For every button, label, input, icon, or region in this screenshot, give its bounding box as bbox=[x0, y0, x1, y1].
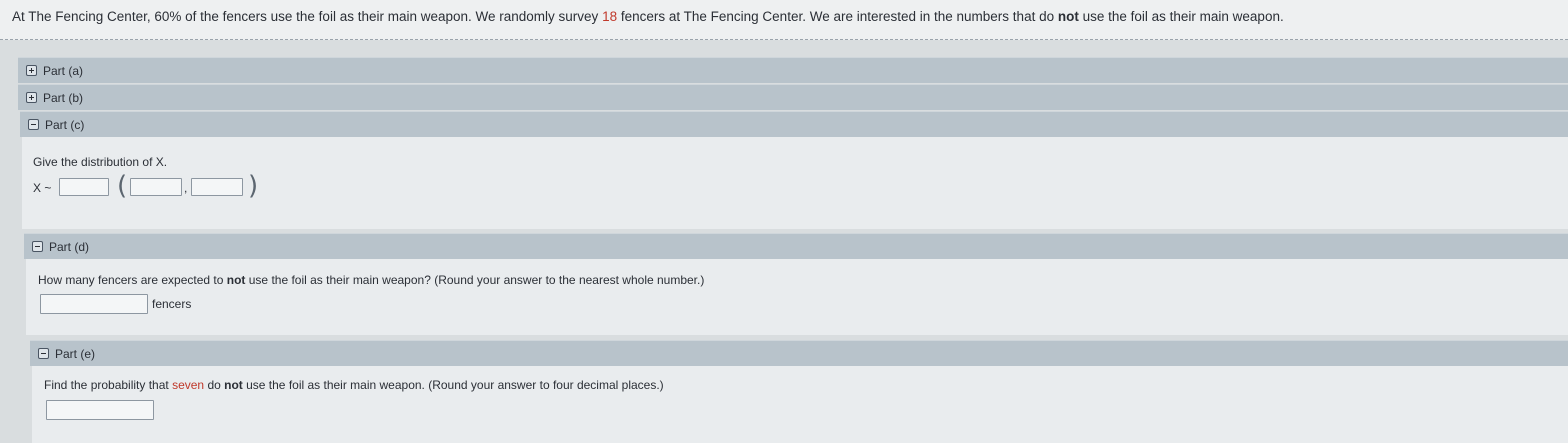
collapse-icon[interactable] bbox=[28, 119, 39, 130]
part-d-prompt-emph: not bbox=[226, 273, 246, 287]
part-d-prompt-post: use the foil as their main weapon? (Roun… bbox=[245, 273, 705, 287]
expand-icon[interactable] bbox=[26, 65, 37, 76]
expand-icon[interactable] bbox=[26, 92, 37, 103]
part-d-prompt: How many fencers are expected to not use… bbox=[38, 273, 704, 287]
collapse-icon[interactable] bbox=[38, 348, 49, 359]
part-e-prompt-emph: not bbox=[224, 378, 243, 392]
expected-fencers-input[interactable] bbox=[40, 294, 148, 314]
part-c-panel: Give the distribution of X. X ~ ( , ) bbox=[22, 137, 1568, 229]
part-d-panel: How many fencers are expected to not use… bbox=[26, 259, 1568, 335]
problem-suffix: use the foil as their main weapon. bbox=[1078, 9, 1284, 24]
param-n-input[interactable] bbox=[130, 178, 182, 196]
part-e-prompt-mid: do bbox=[204, 378, 225, 392]
part-e-prompt-post: use the foil as their main weapon. (Roun… bbox=[242, 378, 664, 392]
problem-prefix: At The Fencing Center, 60% of the fencer… bbox=[12, 9, 603, 24]
distribution-lhs: X ~ bbox=[33, 181, 52, 195]
part-a-label: Part (a) bbox=[43, 63, 84, 78]
open-paren: ( bbox=[117, 171, 128, 201]
part-d-header[interactable]: Part (d) bbox=[24, 233, 1568, 259]
close-paren: ) bbox=[248, 171, 259, 201]
param-separator: , bbox=[184, 181, 188, 195]
problem-statement: At The Fencing Center, 60% of the fencer… bbox=[0, 0, 1568, 40]
part-d-prompt-pre: How many fencers are expected to bbox=[38, 273, 227, 287]
part-d-label: Part (d) bbox=[49, 239, 90, 254]
problem-middle: fencers at The Fencing Center. We are in… bbox=[617, 9, 1058, 24]
part-e-header[interactable]: Part (e) bbox=[30, 340, 1568, 366]
param-p-input[interactable] bbox=[191, 178, 243, 196]
distribution-name-input[interactable] bbox=[59, 178, 109, 196]
problem-count: 18 bbox=[602, 9, 618, 24]
part-e-prompt: Find the probability that seven do not u… bbox=[44, 378, 664, 392]
part-c-prompt: Give the distribution of X. bbox=[33, 155, 168, 169]
part-b-header[interactable]: Part (b) bbox=[18, 84, 1568, 110]
part-c-header[interactable]: Part (c) bbox=[20, 111, 1568, 137]
part-a-header[interactable]: Part (a) bbox=[18, 57, 1568, 83]
part-e-label: Part (e) bbox=[55, 346, 96, 361]
part-b-label: Part (b) bbox=[43, 90, 84, 105]
part-e-prompt-pre: Find the probability that bbox=[44, 378, 173, 392]
part-e-prompt-red: seven bbox=[172, 378, 205, 392]
probability-input[interactable] bbox=[46, 400, 154, 420]
collapse-icon[interactable] bbox=[32, 241, 43, 252]
part-e-panel: Find the probability that seven do not u… bbox=[32, 366, 1568, 443]
fencers-unit: fencers bbox=[152, 297, 192, 311]
part-c-label: Part (c) bbox=[45, 117, 85, 132]
problem-emph: not bbox=[1057, 9, 1079, 24]
